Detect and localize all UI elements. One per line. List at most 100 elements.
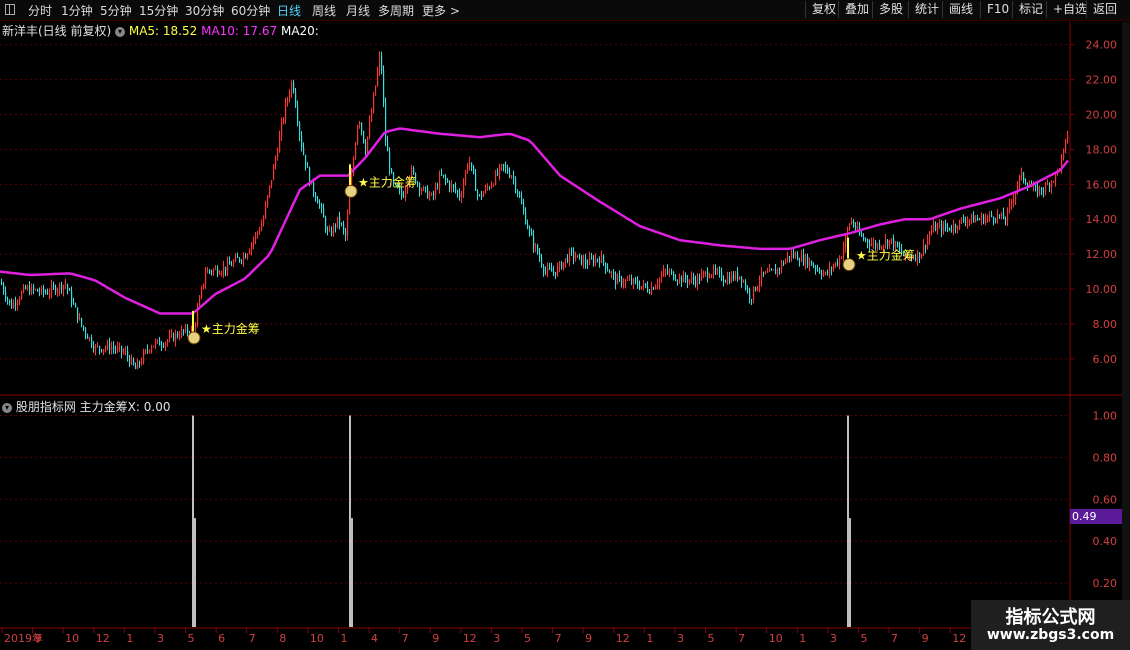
candle-body — [1011, 202, 1013, 205]
candle-body — [149, 350, 151, 352]
candle-body — [633, 279, 635, 284]
ma20-line — [0, 127, 1069, 315]
candle-body — [219, 273, 221, 275]
x-tick-label: 2019年 — [4, 631, 43, 645]
stats-button[interactable]: 统计 — [908, 1, 945, 18]
candle-body — [115, 348, 117, 350]
tab-weekly[interactable]: 周线 — [312, 2, 336, 19]
overlay-button[interactable]: 叠加 — [838, 1, 875, 18]
tab-fenshi[interactable]: 分时 — [28, 2, 52, 19]
fuquan-button[interactable]: 复权 — [805, 1, 842, 18]
y-tick-label: 22.00 — [1086, 74, 1118, 87]
candle-body — [65, 284, 67, 286]
candle-body — [343, 224, 345, 230]
candle-body — [225, 266, 227, 272]
chevron-down-icon[interactable]: ▾ — [115, 26, 126, 37]
candle-body — [1037, 186, 1039, 195]
f10-button[interactable]: F10 — [980, 1, 1015, 18]
candle-body — [13, 302, 15, 308]
x-tick-label: 12 — [463, 632, 477, 645]
candle-body — [275, 158, 277, 166]
tab-60min[interactable]: 60分钟 — [231, 2, 270, 19]
candle-body — [9, 300, 11, 303]
candle-body — [103, 349, 105, 352]
candle-body — [993, 216, 995, 221]
candle-body — [181, 329, 183, 337]
candle-body — [147, 349, 149, 351]
tab-15min[interactable]: 15分钟 — [139, 2, 178, 19]
candle-body — [759, 281, 761, 287]
candle-body — [1019, 175, 1021, 186]
x-tick-label: 12 — [616, 632, 630, 645]
candle-body — [723, 279, 725, 282]
sub-y-tick-label: 0.60 — [1093, 493, 1118, 506]
chart[interactable]: ★主力金筹★主力金筹★主力金筹 24.0022.0020.0018.0016.0… — [0, 0, 1130, 650]
draw-button[interactable]: 画线 — [942, 1, 979, 18]
candle-body — [897, 241, 899, 247]
candle-body — [527, 223, 529, 229]
candle-body — [321, 204, 323, 208]
tab-5min[interactable]: 5分钟 — [100, 2, 132, 19]
candle-body — [895, 241, 897, 248]
x-tick-label: 9 — [35, 632, 42, 645]
candle-body — [503, 164, 505, 167]
x-tick-label: 5 — [524, 632, 531, 645]
tab-1min[interactable]: 1分钟 — [61, 2, 93, 19]
multi-stock-button[interactable]: 多股 — [872, 1, 909, 18]
candle-body — [521, 197, 523, 204]
candle-body — [109, 343, 111, 351]
indicator-source: 股朋指标网 — [15, 400, 76, 414]
x-tick-label: 9 — [922, 632, 929, 645]
candle-body — [771, 269, 773, 271]
candle-body — [375, 85, 377, 96]
candle-body — [17, 301, 19, 305]
mark-button[interactable]: 标记 — [1012, 1, 1049, 18]
candle-body — [729, 277, 731, 283]
candle-body — [883, 245, 885, 247]
candle-body — [295, 91, 297, 107]
tab-multi-period[interactable]: 多周期 — [378, 2, 414, 19]
window-icon[interactable] — [5, 4, 15, 15]
money-bag-icon — [842, 258, 856, 272]
candle-body — [523, 203, 525, 212]
candle-body — [293, 82, 295, 92]
candle-body — [911, 256, 913, 259]
back-button[interactable]: 返回 — [1086, 1, 1123, 18]
candle-body — [935, 223, 937, 231]
candle-body — [461, 195, 463, 198]
tab-30min[interactable]: 30分钟 — [185, 2, 224, 19]
candle-body — [349, 194, 351, 215]
candle-body — [737, 272, 739, 280]
candle-body — [659, 278, 661, 284]
candle-body — [373, 95, 375, 113]
tab-daily[interactable]: 日线 — [277, 2, 301, 19]
x-tick-label: 1 — [799, 632, 806, 645]
candle-body — [825, 272, 827, 274]
candle-body — [377, 70, 379, 86]
chevron-down-icon[interactable]: ▾ — [2, 402, 12, 413]
candle-body — [727, 277, 729, 283]
tab-monthly[interactable]: 月线 — [346, 2, 370, 19]
right-scroll-strip[interactable] — [1122, 22, 1130, 627]
candle-body — [501, 164, 503, 167]
toolbar: 分时 1分钟 5分钟 15分钟 30分钟 60分钟 日线 周线 月线 多周期 更… — [0, 0, 1130, 21]
candle-body — [661, 275, 663, 279]
candle-body — [89, 337, 91, 339]
candle-body — [417, 182, 419, 184]
candles — [1, 51, 1069, 370]
x-tick-label: 9 — [585, 632, 592, 645]
tab-more[interactable]: 更多 > — [422, 2, 460, 19]
candle-body — [577, 254, 579, 258]
value-badge: 0.49 — [1070, 509, 1122, 524]
grid — [0, 44, 1070, 584]
candle-body — [491, 185, 493, 189]
candle-body — [889, 239, 891, 246]
candle-body — [261, 224, 263, 231]
candle-body — [557, 266, 559, 276]
stock-title[interactable]: 新洋丰(日线 前复权) — [2, 24, 111, 38]
candle-body — [169, 335, 171, 341]
candle-body — [63, 285, 65, 291]
candle-body — [831, 267, 833, 270]
candle-body — [213, 269, 215, 273]
candle-body — [11, 302, 13, 308]
